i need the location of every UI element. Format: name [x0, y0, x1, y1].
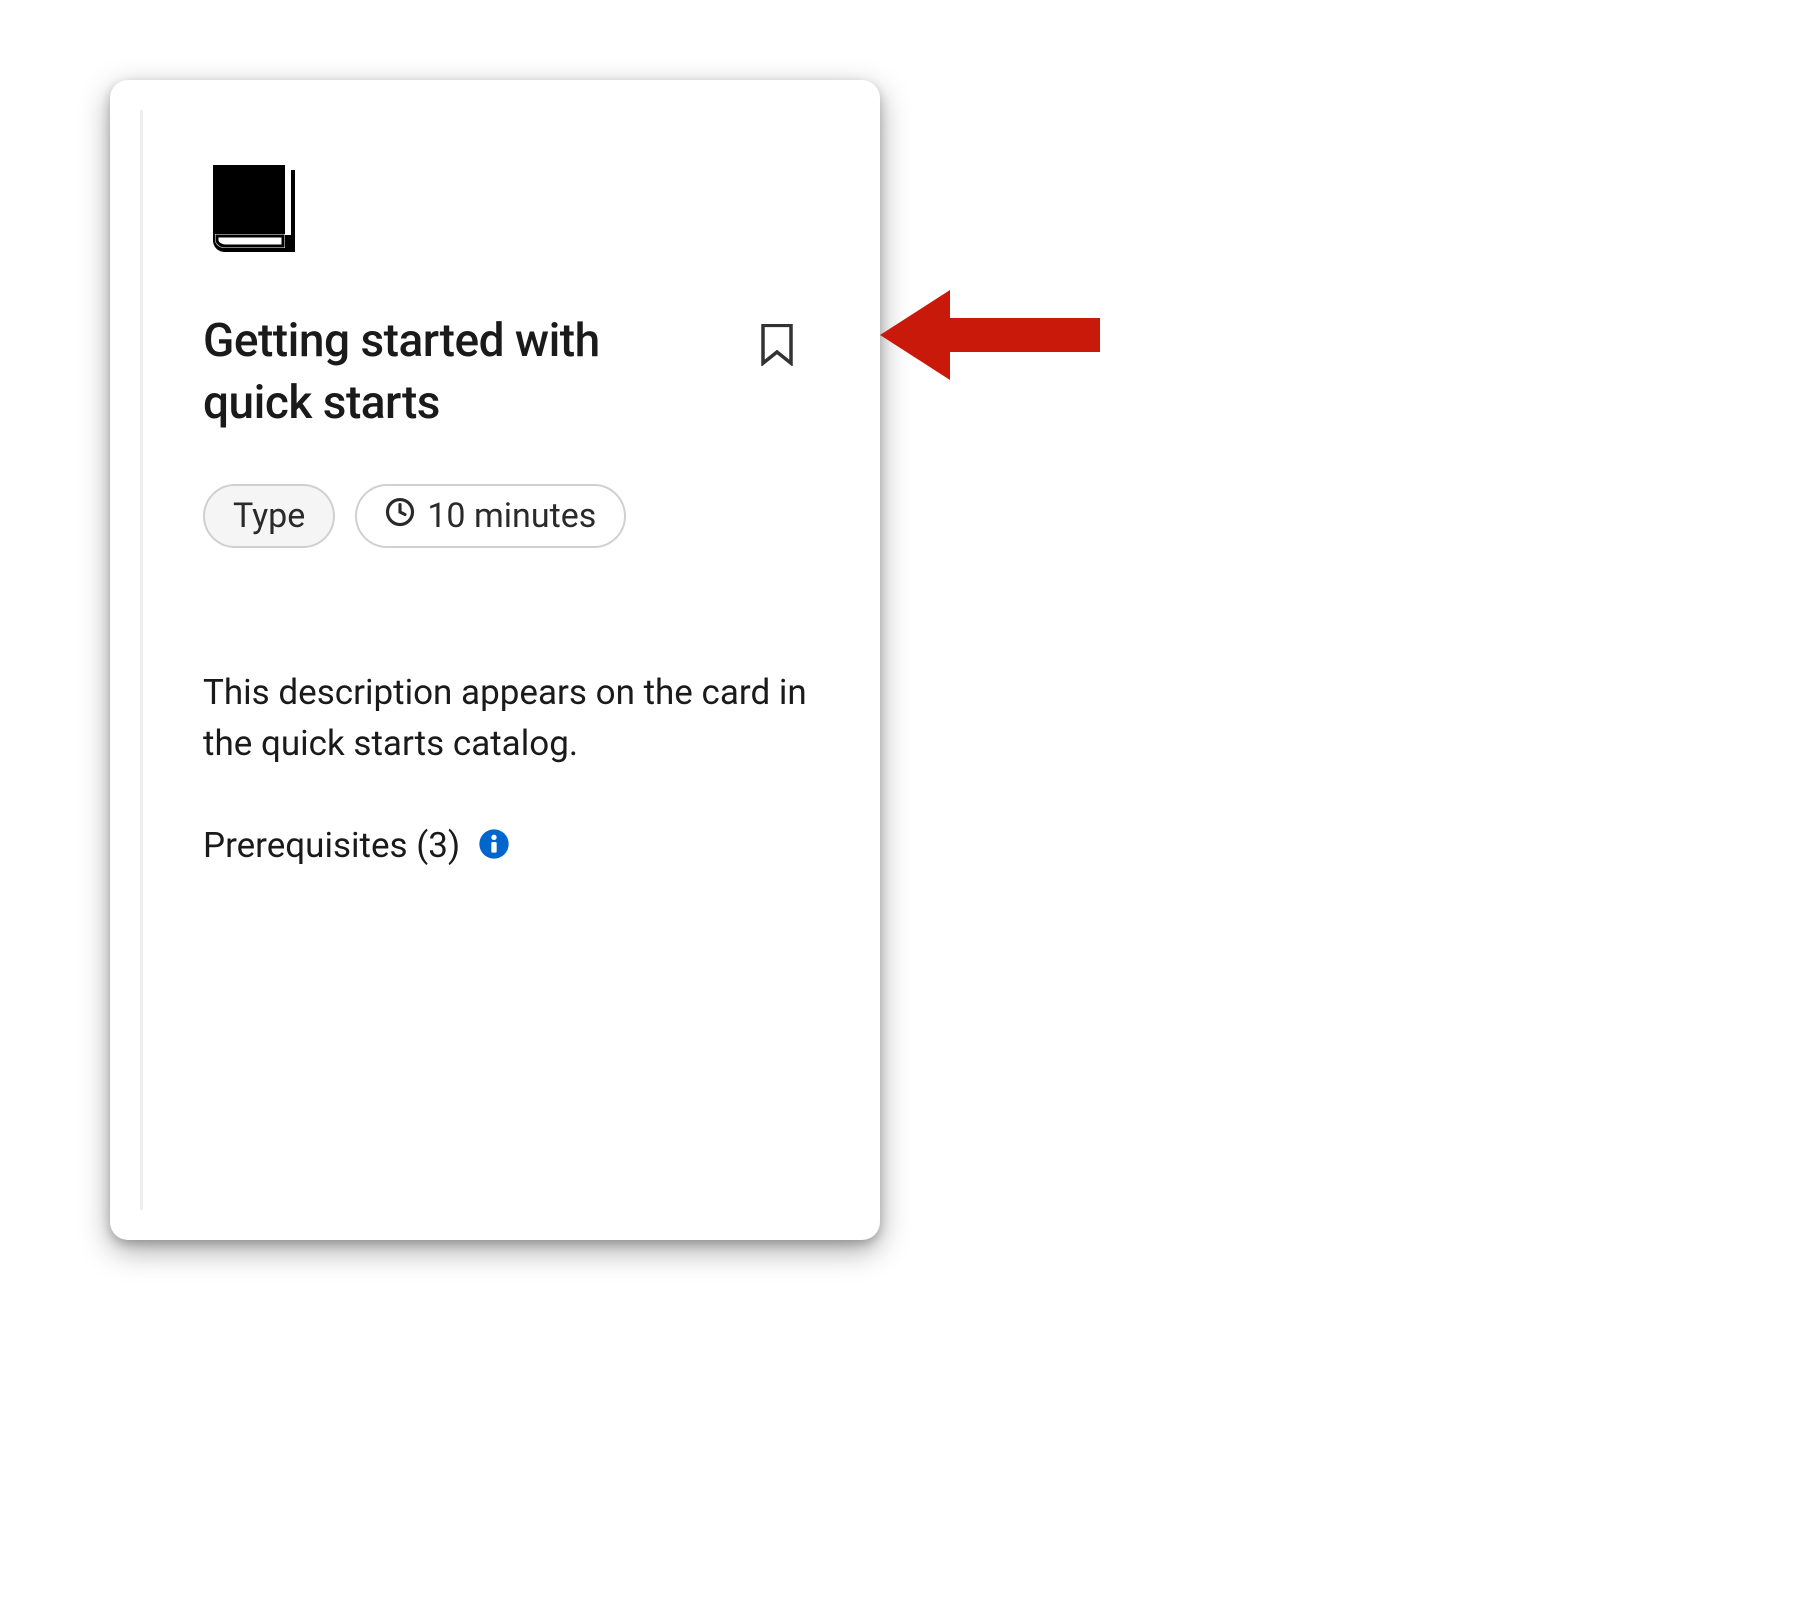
card-content: Getting started with quick starts Type [140, 110, 850, 1210]
card-title: Getting started with quick starts [203, 310, 703, 434]
duration-badge: 10 minutes [355, 484, 626, 548]
badge-row: Type 10 minutes [203, 484, 810, 548]
duration-badge-label: 10 minutes [427, 496, 596, 536]
prerequisites-row: Prerequisites (3) [203, 825, 810, 866]
title-row: Getting started with quick starts [203, 310, 810, 434]
type-badge-label: Type [233, 496, 305, 536]
type-badge: Type [203, 484, 335, 548]
clock-icon [385, 496, 415, 536]
card-description: This description appears on the card in … [203, 668, 810, 770]
bookmark-button[interactable] [754, 318, 800, 372]
prerequisites-info-button[interactable] [478, 828, 510, 863]
prerequisites-label: Prerequisites (3) [203, 825, 460, 866]
quickstart-card[interactable]: Getting started with quick starts Type [110, 80, 880, 1240]
info-icon [478, 828, 510, 863]
book-icon [203, 160, 810, 260]
bookmark-icon [760, 324, 794, 366]
